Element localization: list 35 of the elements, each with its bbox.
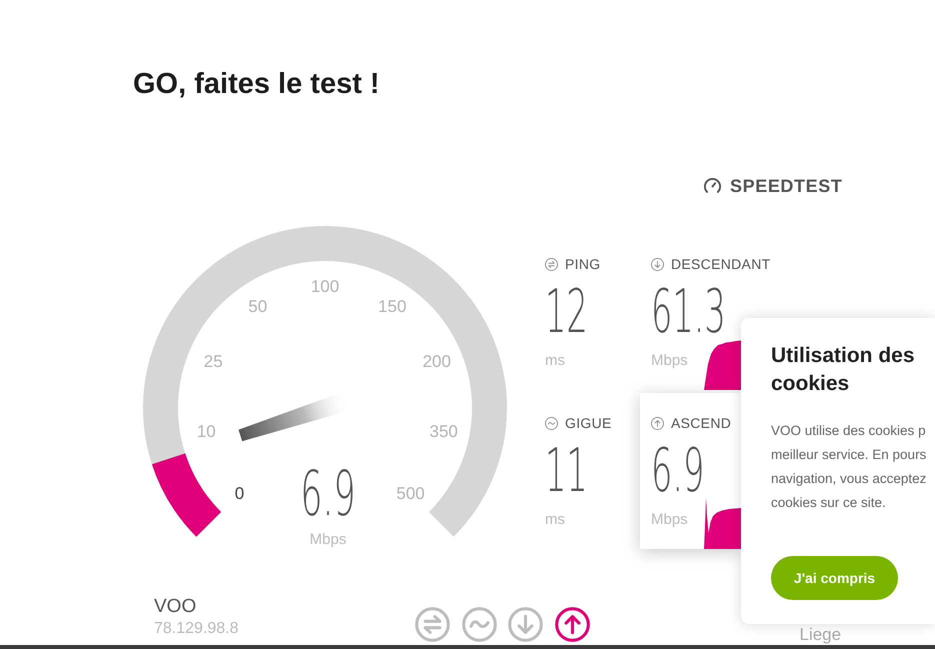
gauge-tick-label: 10 bbox=[196, 422, 216, 442]
stat-value: 12 bbox=[545, 282, 588, 342]
location-text: Liege bbox=[800, 625, 842, 645]
stat-label: ASCEND bbox=[671, 415, 732, 431]
gauge-tick-label: 200 bbox=[422, 352, 451, 372]
stat-value: 11 bbox=[545, 441, 588, 501]
gauge-tick-label: 500 bbox=[396, 484, 425, 504]
gauge-tick-label: 350 bbox=[429, 422, 458, 442]
stat-unit: ms bbox=[545, 352, 565, 370]
arrows-circle-icon bbox=[545, 258, 558, 270]
stat-unit: ms bbox=[545, 511, 565, 529]
ip-address: 78.129.98.8 bbox=[154, 619, 239, 639]
wave-circle-icon bbox=[545, 416, 558, 430]
gauge-tick-label: 25 bbox=[204, 352, 223, 372]
stat-label: GIGUE bbox=[565, 415, 612, 431]
speed-unit: Mbps bbox=[310, 531, 346, 549]
logo-text: SPEEDTEST bbox=[730, 176, 842, 196]
accept-button[interactable]: J'ai compris bbox=[771, 556, 898, 600]
gauge-tick-label: 150 bbox=[378, 297, 406, 318]
stat-value: 61.3 bbox=[651, 282, 726, 342]
gauge-tick-label: 0 bbox=[234, 484, 244, 504]
stat-label: PING bbox=[565, 256, 600, 272]
stat-value: 6.9 bbox=[651, 441, 704, 501]
cookie-title: Utilisation des cookies bbox=[771, 343, 916, 397]
cookie-text: VOO utilise des cookies p meilleur service. En pours navigation, vous acceptez cookies sur ce site. bbox=[771, 422, 928, 512]
page-title: GO, faites le test ! bbox=[133, 67, 380, 102]
stat-unit: Mbps bbox=[651, 511, 688, 529]
stat-unit: Mbps bbox=[651, 352, 688, 370]
speed-sparkline bbox=[704, 338, 741, 390]
gauge-icon bbox=[703, 176, 722, 196]
stat-label: DESCENDANT bbox=[671, 256, 770, 272]
gauge-tick-label: 100 bbox=[310, 277, 340, 297]
provider-name: VOO bbox=[154, 597, 196, 617]
speed-value: 6.9 bbox=[300, 464, 356, 524]
gauge-tick-label: 50 bbox=[248, 297, 268, 318]
